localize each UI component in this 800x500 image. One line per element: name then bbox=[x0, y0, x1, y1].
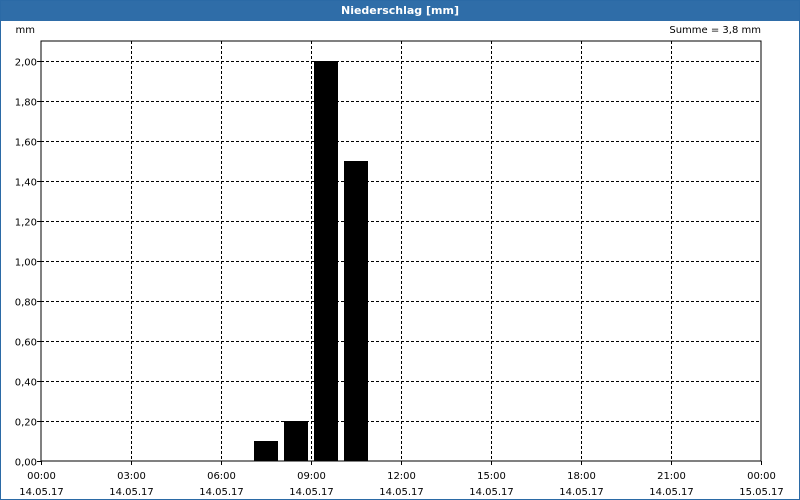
precipitation-bar bbox=[284, 421, 308, 461]
x-tick-date-label: 14.05.17 bbox=[649, 487, 694, 498]
x-tick-date-label: 14.05.17 bbox=[559, 487, 604, 498]
x-tick-date-label: 14.05.17 bbox=[379, 487, 424, 498]
x-tick-date-label: 14.05.17 bbox=[19, 487, 64, 498]
x-tick-time-label: 06:00 bbox=[207, 471, 236, 482]
x-tick-time-label: 00:00 bbox=[747, 471, 776, 482]
sum-annotation: Summe = 3,8 mm bbox=[669, 25, 761, 36]
x-tick-date-label: 14.05.17 bbox=[109, 487, 154, 498]
x-tick-date-label: 15.05.17 bbox=[739, 487, 784, 498]
x-tick-time-label: 09:00 bbox=[297, 471, 326, 482]
y-axis-label: mm bbox=[16, 25, 35, 36]
precipitation-bar bbox=[254, 441, 278, 461]
x-tick-date-label: 14.05.17 bbox=[469, 487, 514, 498]
precipitation-bar bbox=[344, 161, 368, 461]
x-tick-date-label: 14.05.17 bbox=[199, 487, 244, 498]
x-tick-time-label: 03:00 bbox=[117, 471, 146, 482]
y-tick-label: 0,20 bbox=[15, 418, 37, 429]
x-tick-time-label: 12:00 bbox=[387, 471, 416, 482]
y-tick-label: 0,60 bbox=[15, 338, 37, 349]
precipitation-bar bbox=[314, 61, 338, 461]
x-tick-time-label: 15:00 bbox=[477, 471, 506, 482]
y-tick-label: 1,40 bbox=[15, 178, 37, 189]
y-tick-label: 1,80 bbox=[15, 98, 37, 109]
y-tick-label: 1,20 bbox=[15, 218, 37, 229]
x-tick-date-label: 14.05.17 bbox=[289, 487, 334, 498]
y-tick-label: 1,60 bbox=[15, 138, 37, 149]
y-tick-label: 0,00 bbox=[15, 458, 37, 469]
x-tick-time-label: 18:00 bbox=[567, 471, 596, 482]
y-tick-label: 0,40 bbox=[15, 378, 37, 389]
chart-svg: 0,00 0,20 0,40 0,60 0,80 1,00 1,20 1,40 1,60 1,80… bbox=[15, 25, 784, 498]
x-tick-time-label: 00:00 bbox=[27, 471, 56, 482]
y-tick-label: 2,00 bbox=[15, 58, 37, 69]
x-tick-time-label: 21:00 bbox=[657, 471, 686, 482]
y-tick-label: 1,00 bbox=[15, 258, 37, 269]
chart-window: Niederschlag [mm] 0,00 0,20 0,40 0,60 0,80 1,… bbox=[0, 0, 800, 500]
y-tick-label: 0,80 bbox=[15, 298, 37, 309]
